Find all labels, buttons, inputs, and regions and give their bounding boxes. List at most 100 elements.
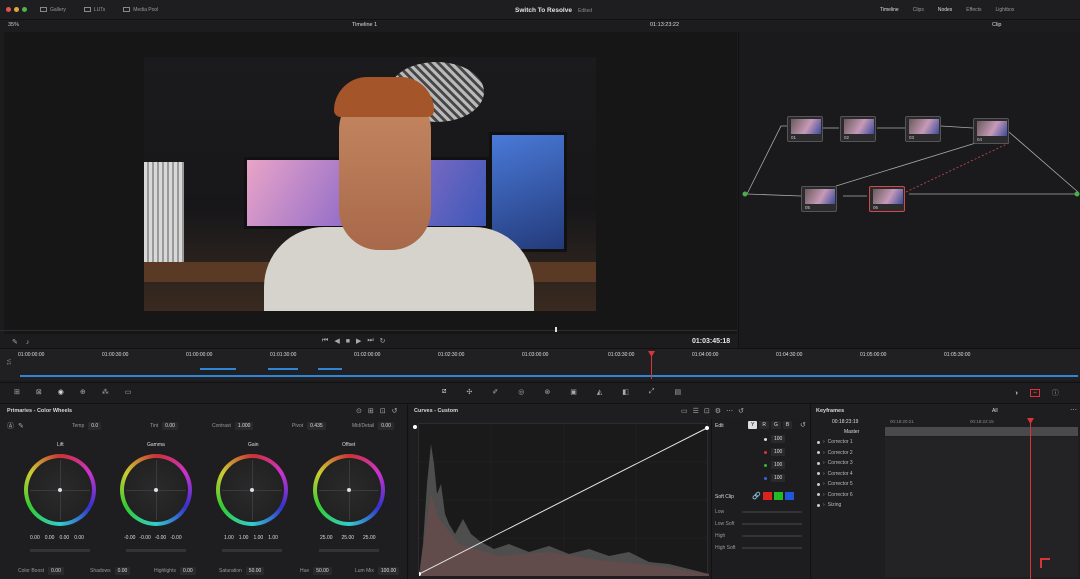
track-sizing[interactable]: › Sizing [817, 500, 853, 511]
gain-wheel-handle[interactable] [250, 488, 254, 492]
curve-mode-icon[interactable]: ▭ [681, 407, 688, 415]
curve-graph[interactable] [418, 423, 709, 576]
minimize-window-button[interactable] [14, 7, 19, 12]
effects-toggle[interactable]: Effects [966, 7, 981, 13]
offset-r[interactable]: 25.00 [320, 535, 333, 541]
lightbox-toggle[interactable]: Lightbox [996, 7, 1015, 13]
node-02[interactable]: 02 [840, 116, 876, 142]
track-corrector-5[interactable]: › Corrector 5 [817, 479, 853, 490]
node-06[interactable]: 06 [869, 186, 905, 212]
keyframes-options-icon[interactable]: ⋯ [1070, 406, 1077, 414]
channel-b-toggle[interactable]: B [782, 421, 793, 429]
mini-timeline[interactable]: V1 01:00:00:00 01:00:30:00 01:00:00:00 0… [0, 348, 1080, 380]
soft-clip-red-toggle[interactable] [762, 492, 772, 500]
track-corrector-1[interactable]: › Corrector 1 [817, 437, 853, 448]
high-slider[interactable] [742, 535, 802, 537]
curve-options-icon[interactable]: ⋯ [726, 407, 733, 415]
gain-wheel[interactable] [216, 454, 288, 526]
temp-field[interactable]: 0.0 [88, 422, 102, 430]
track-chevron-icon[interactable]: › [823, 460, 825, 466]
mid-detail-field[interactable]: 0.00 [378, 422, 394, 430]
timeline-toggle[interactable]: Timeline [880, 7, 899, 13]
gain-b[interactable]: 1.00 [268, 535, 278, 541]
keyframes-toggle-icon[interactable]: ◑ [1014, 390, 1018, 397]
lift-g[interactable]: 0.00 [59, 535, 69, 541]
curves-icon[interactable]: ⧄ [442, 388, 446, 396]
keyframe-playhead[interactable] [1030, 420, 1031, 579]
track-chevron-icon[interactable]: › [823, 502, 825, 508]
shadows-field[interactable]: 0.00 [114, 567, 131, 575]
curve-top-point[interactable] [413, 425, 417, 429]
reverse-play-icon[interactable]: ◀ [334, 337, 339, 345]
track-corrector-4[interactable]: › Corrector 4 [817, 469, 853, 480]
sizing-icon[interactable]: ⤢ [649, 388, 655, 396]
media-pool-tab[interactable]: Media Pool [123, 7, 158, 13]
link-icon[interactable]: 🔗 [752, 492, 761, 500]
go-to-start-icon[interactable]: ⏮ [322, 337, 328, 345]
gain-master-slider[interactable] [222, 549, 282, 552]
curve-list-icon[interactable]: ☰ [693, 407, 699, 415]
gamma-wheel[interactable] [120, 454, 192, 526]
channel-r-toggle[interactable]: R [759, 421, 769, 429]
go-to-end-icon[interactable]: ⏭ [367, 337, 373, 345]
color-boost-field[interactable]: 0.00 [48, 567, 64, 575]
high-soft-slider[interactable] [742, 547, 802, 549]
tracker-icon[interactable]: ⊛ [544, 388, 550, 396]
low-slider[interactable] [742, 511, 802, 513]
log-icon[interactable]: ⊡ [380, 407, 386, 415]
channel-g-toggle[interactable]: G [770, 421, 781, 429]
node-05[interactable]: 05 [801, 186, 837, 212]
track-corrector-6[interactable]: › Corrector 6 [817, 490, 853, 501]
camera-raw-icon[interactable]: ⊞ [14, 388, 20, 396]
auto-balance-icon[interactable]: Ⓐ [7, 421, 14, 431]
timeline-select[interactable]: Timeline 1 [352, 22, 377, 28]
gamma-g[interactable]: -0.00 [155, 535, 166, 541]
lift-y[interactable]: 0.00 [30, 535, 40, 541]
zoom-select[interactable]: 35% [8, 22, 19, 28]
color-wheels-icon[interactable]: ◉ [58, 388, 64, 396]
soft-clip-green-toggle[interactable] [773, 492, 783, 500]
luts-tab[interactable]: LUTs [83, 7, 105, 13]
curve-grid-icon[interactable]: ⊡ [704, 407, 710, 415]
offset-b[interactable]: 25.00 [363, 535, 376, 541]
lift-master-slider[interactable] [30, 549, 90, 552]
gamma-master-slider[interactable] [126, 549, 186, 552]
timeline-clip[interactable] [200, 368, 236, 370]
timeline-clip[interactable] [268, 368, 298, 370]
b-intensity-field[interactable]: 100 [771, 474, 786, 482]
offset-master-slider[interactable] [319, 549, 379, 552]
eyedropper-icon[interactable]: ✎ [18, 422, 24, 430]
offset-wheel[interactable] [313, 454, 385, 526]
info-icon[interactable]: ⓘ [1052, 388, 1059, 398]
keyframe-playhead-marker-icon[interactable] [1027, 418, 1034, 424]
lift-wheel[interactable] [24, 454, 96, 526]
lift-wheel-handle[interactable] [58, 488, 62, 492]
3d-icon[interactable]: ▤ [674, 388, 681, 396]
contrast-field[interactable]: 1.000 [234, 422, 254, 430]
timeline-clip[interactable] [20, 375, 1078, 377]
magic-mask-icon[interactable]: ▣ [570, 388, 577, 396]
motion-effects-icon[interactable]: ▭ [125, 388, 132, 396]
gamma-r[interactable]: -0.00 [139, 535, 150, 541]
gain-r[interactable]: 1.00 [239, 535, 249, 541]
clips-toggle[interactable]: Clips [913, 7, 924, 13]
node-03[interactable]: 03 [905, 116, 941, 142]
node-04[interactable]: 04 [973, 118, 1009, 144]
offset-g[interactable]: 25.00 [342, 535, 355, 541]
info-palette-icon[interactable]: ▪▪ [1030, 389, 1040, 397]
rgb-mixer-icon[interactable]: ⁂ [102, 388, 109, 396]
stop-icon[interactable]: ■ [346, 338, 350, 345]
lum-mix-field[interactable]: 100.00 [377, 567, 400, 575]
soft-clip-blue-toggle[interactable] [784, 492, 794, 500]
master-keyframe-track[interactable] [885, 427, 1078, 436]
track-chevron-icon[interactable]: › [823, 492, 825, 498]
color-warper-icon[interactable]: ✣ [466, 388, 472, 396]
gain-y[interactable]: 1.00 [224, 535, 234, 541]
gamma-wheel-handle[interactable] [154, 488, 158, 492]
hue-field[interactable]: 50.00 [313, 567, 332, 575]
r-intensity-field[interactable]: 100 [771, 448, 786, 456]
curve-reset-icon[interactable]: ↺ [738, 407, 744, 415]
loop-icon[interactable]: ↻ [380, 337, 386, 345]
blur-icon[interactable]: ◭ [597, 388, 602, 396]
volume-icon[interactable]: ♪ [26, 339, 30, 346]
